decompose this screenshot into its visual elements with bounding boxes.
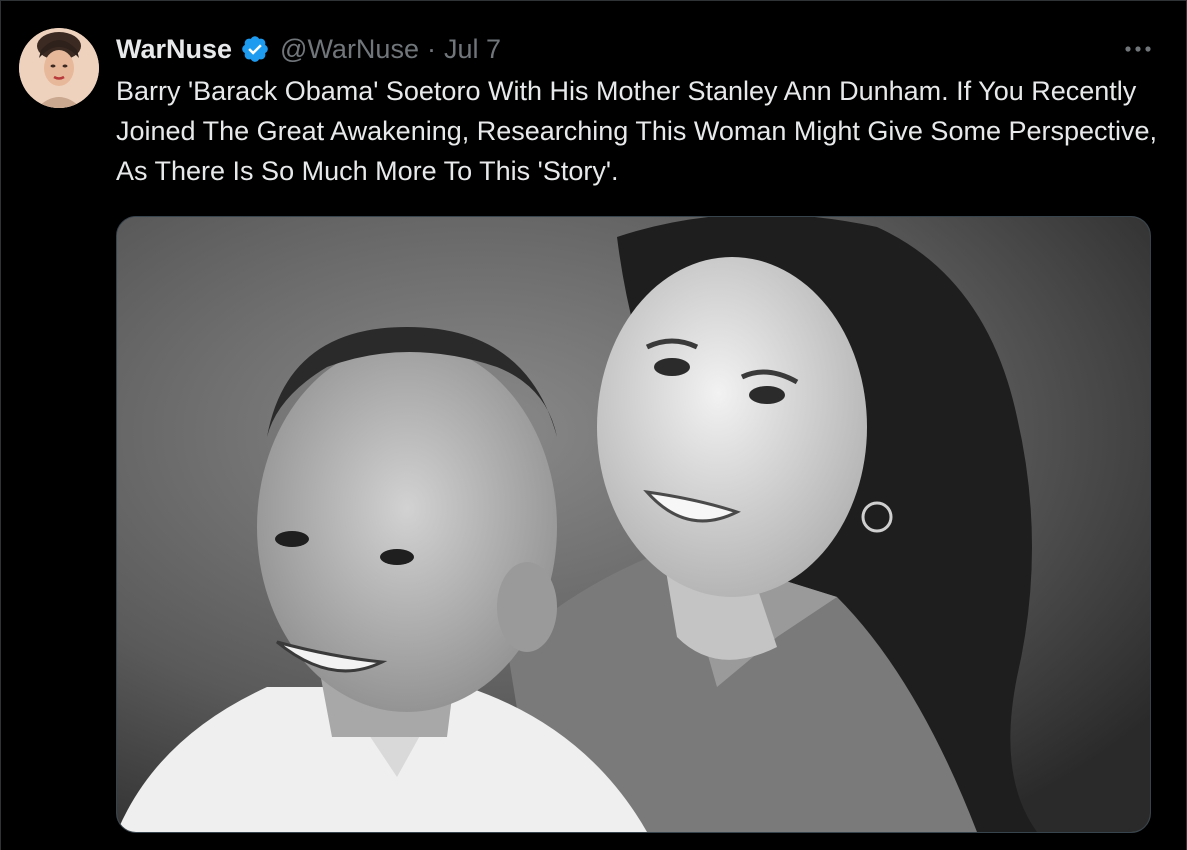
photo-image [117,217,1150,832]
tweet-card[interactable]: WarNuse @WarNuse · Jul 7 Barry 'Barack O… [0,0,1187,850]
tweet-media-photo[interactable] [116,216,1151,833]
tweet-date[interactable]: Jul 7 [444,34,501,65]
author-avatar[interactable] [19,28,99,108]
verified-badge-icon [240,34,270,64]
tweet-header: WarNuse @WarNuse · Jul 7 [116,29,1156,69]
more-options-icon[interactable] [1120,31,1156,67]
avatar-image [19,28,99,108]
tweet-text: Barry 'Barack Obama' Soetoro With His Mo… [116,76,1158,186]
author-handle[interactable]: @WarNuse [280,34,419,65]
author-display-name[interactable]: WarNuse [116,34,232,65]
header-separator: · [426,33,436,64]
